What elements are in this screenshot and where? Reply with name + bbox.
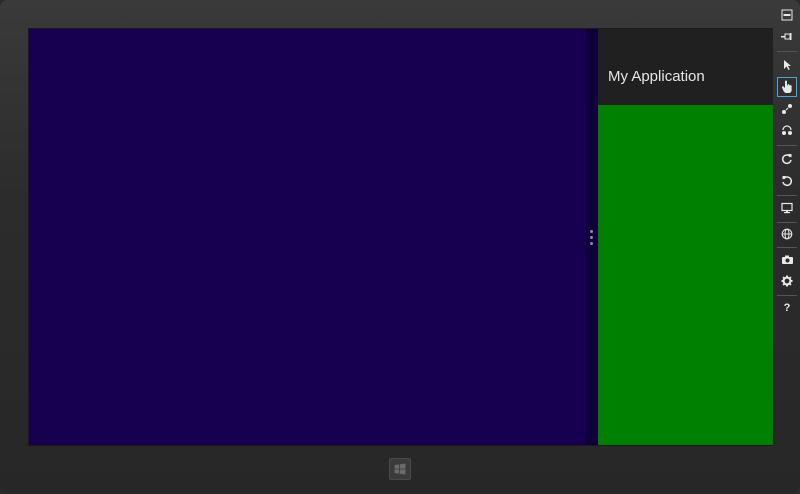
snapped-app-title: My Application — [608, 68, 705, 85]
toolbar-separator — [777, 222, 797, 223]
windows-logo-icon — [394, 463, 406, 475]
simulator-toolbar: ? — [774, 2, 800, 322]
toolbar-separator — [777, 51, 797, 52]
toolbar-separator — [777, 145, 797, 146]
divider-grip-dot — [590, 236, 593, 239]
pin-icon[interactable] — [777, 27, 797, 47]
rotate-counterclockwise-icon[interactable] — [777, 171, 797, 191]
settings-icon[interactable] — [777, 271, 797, 291]
minimize-icon[interactable] — [777, 5, 797, 25]
toolbar-separator — [777, 195, 797, 196]
simulator-frame: My Application ? — [0, 0, 800, 494]
toolbar-separator — [777, 295, 797, 296]
pinch-zoom-icon[interactable] — [777, 99, 797, 119]
snap-divider[interactable] — [586, 29, 598, 445]
resolution-icon[interactable] — [777, 198, 797, 218]
simulator-screen: My Application — [28, 28, 773, 446]
windows-button[interactable] — [389, 458, 411, 480]
divider-grip-dot — [590, 230, 593, 233]
main-app-pane[interactable] — [29, 29, 586, 445]
toolbar-separator — [777, 247, 797, 248]
rotate-touch-icon[interactable] — [777, 121, 797, 141]
mouse-mode-icon[interactable] — [777, 55, 797, 75]
screenshot-icon[interactable] — [777, 249, 797, 269]
divider-grip-dot — [590, 242, 593, 245]
rotate-clockwise-icon[interactable] — [777, 149, 797, 169]
snapped-app-header: My Application — [598, 29, 773, 105]
help-icon[interactable]: ? — [777, 298, 797, 318]
touch-mode-icon[interactable] — [777, 77, 797, 97]
snapped-app-pane[interactable]: My Application — [598, 29, 773, 445]
location-icon[interactable] — [777, 224, 797, 244]
